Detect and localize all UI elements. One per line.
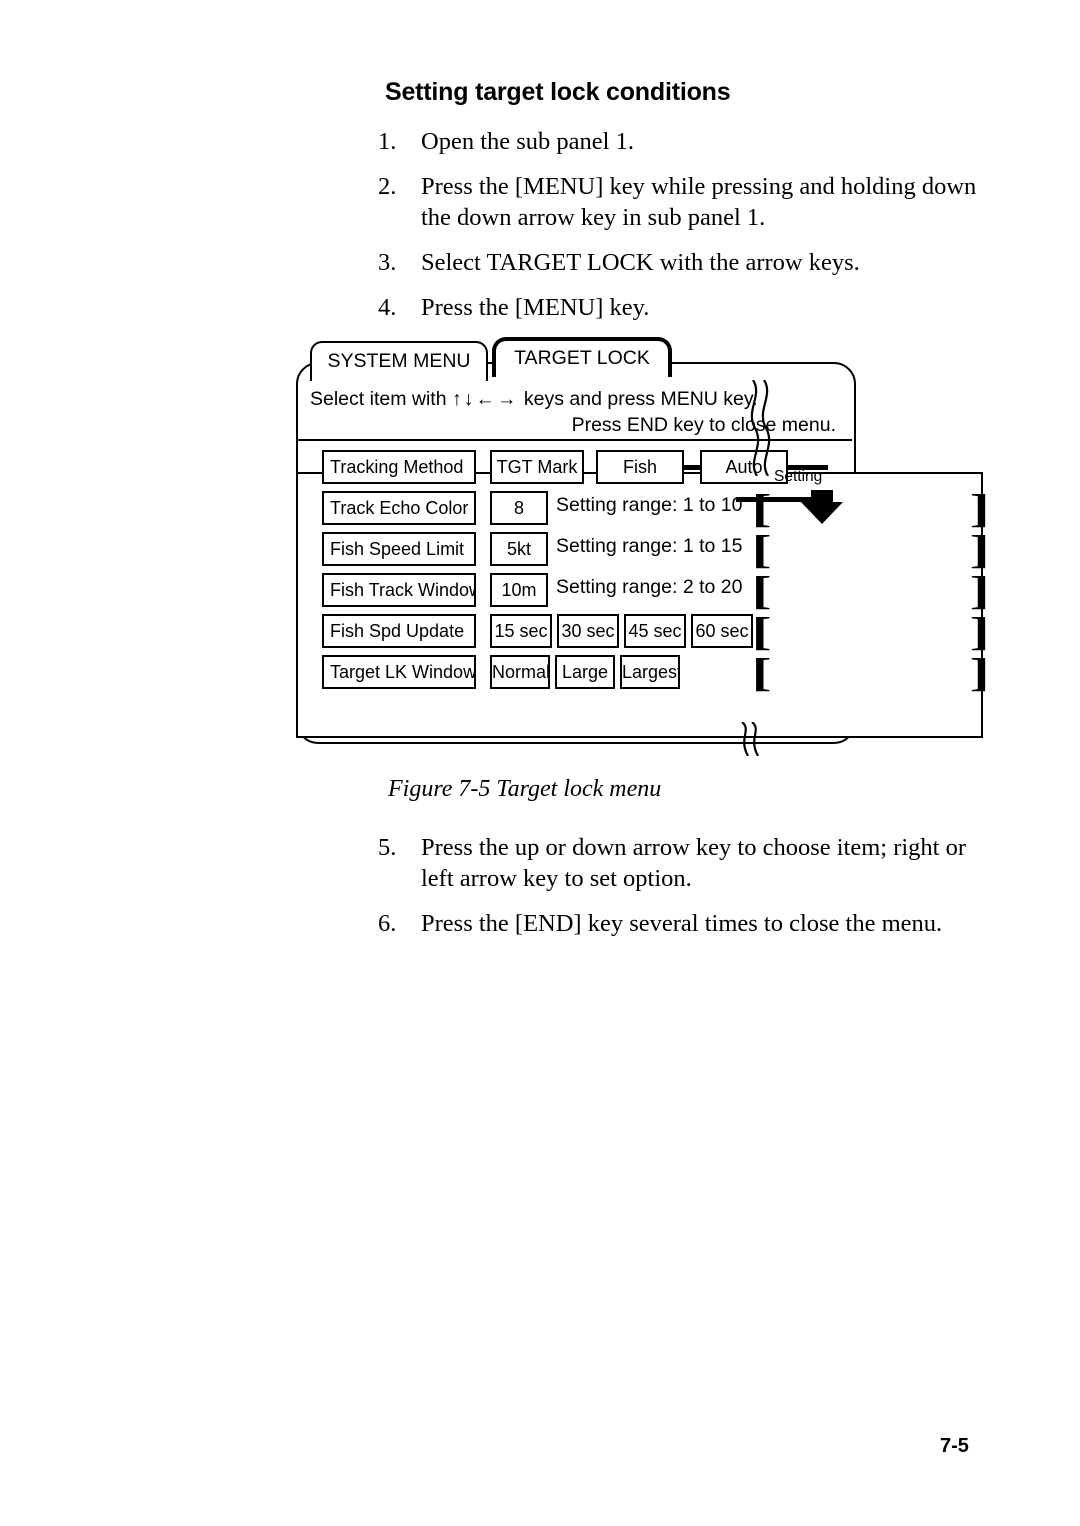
option-value[interactable]: 5kt bbox=[490, 532, 548, 566]
menu-item-label[interactable]: Target LK Window bbox=[322, 655, 476, 689]
option-60-sec[interactable]: 60 sec bbox=[691, 614, 753, 648]
option-fish[interactable]: Fish bbox=[596, 450, 684, 484]
table-row: Track Echo Color 8 Setting range: 1 to 1… bbox=[296, 489, 990, 530]
annotation-wrapper: [ Set distance at which to trace fish sc… bbox=[751, 568, 990, 613]
step-text: Select TARGET LOCK with the arrow keys. bbox=[421, 249, 860, 276]
bracket-right-icon: ] bbox=[969, 527, 990, 572]
bracket-right-icon: ] bbox=[969, 568, 990, 613]
option-45-sec[interactable]: 45 sec bbox=[624, 614, 686, 648]
step-text: Open the sub panel 1. bbox=[421, 128, 634, 155]
list-item: 3. Select TARGET LOCK with the arrow key… bbox=[378, 247, 1003, 278]
torn-edge-right-icon bbox=[744, 379, 778, 481]
menu-item-label[interactable]: Tracking Method bbox=[322, 450, 476, 484]
table-row: Target LK Window Normal Large Largest [ … bbox=[296, 650, 990, 695]
target-lock-menu-figure: SYSTEM MENU TARGET LOCK Select item with… bbox=[296, 337, 990, 757]
step-number: 3. bbox=[378, 249, 397, 276]
bracket-left-icon: [ bbox=[751, 609, 772, 654]
bracket-left-icon: [ bbox=[751, 527, 772, 572]
table-row: Fish Speed Limit 5kt Setting range: 1 to… bbox=[296, 527, 990, 572]
step-number: 6. bbox=[378, 910, 397, 937]
steps-list-top: 1. Open the sub panel 1. 2. Press the [M… bbox=[378, 126, 1003, 337]
setting-range-note: Setting range: 1 to 15 bbox=[556, 535, 743, 557]
setting-column-label: Setting bbox=[774, 468, 823, 485]
step-number: 1. bbox=[378, 128, 397, 155]
table-row: Fish Spd Update 15 sec 30 sec 45 sec 60 … bbox=[296, 609, 990, 654]
active-tab-mask bbox=[496, 376, 668, 383]
steps-list-bottom: 5. Press the up or down arrow key to cho… bbox=[378, 832, 1003, 953]
annotation-wrapper: [ Choose weakest echo to track. ] bbox=[751, 489, 990, 530]
menu-item-label[interactable]: Track Echo Color bbox=[322, 491, 476, 525]
bracket-left-icon: [ bbox=[751, 650, 772, 695]
page-number: 7-5 bbox=[940, 1435, 969, 1457]
step-text: Press the up or down arrow key to choose… bbox=[421, 834, 967, 892]
option-normal[interactable]: Normal bbox=[490, 655, 550, 689]
page-title: Setting target lock conditions bbox=[385, 78, 731, 106]
menu-item-label[interactable]: Fish Spd Update bbox=[322, 614, 476, 648]
menu-rows: Tracking Method TGT Mark Fish Auto Track… bbox=[296, 448, 990, 695]
table-row: Tracking Method TGT Mark Fish Auto bbox=[296, 448, 986, 489]
step-text: Press the [MENU] key. bbox=[421, 294, 650, 321]
down-arrow-icon bbox=[801, 490, 845, 531]
option-largest[interactable]: Largest bbox=[620, 655, 680, 689]
torn-edge-bottom-icon bbox=[736, 721, 770, 761]
step-text: Press the [END] key several times to clo… bbox=[421, 910, 943, 937]
menu-item-label[interactable]: Fish Track Window bbox=[322, 573, 476, 607]
figure-caption: Figure 7-5 Target lock menu bbox=[388, 776, 662, 802]
option-value[interactable]: 8 bbox=[490, 491, 548, 525]
tab-system-menu[interactable]: SYSTEM MENU bbox=[310, 341, 488, 381]
step-number: 5. bbox=[378, 834, 397, 861]
header-prefix-text: Select item with bbox=[310, 388, 452, 410]
setting-range-note: Setting range: 2 to 20 bbox=[556, 576, 743, 598]
option-15-sec[interactable]: 15 sec bbox=[490, 614, 552, 648]
step-number: 4. bbox=[378, 294, 397, 321]
arrow-keys-icon: ↑↓←→ bbox=[451, 388, 519, 410]
menu-item-label[interactable]: Fish Speed Limit bbox=[322, 532, 476, 566]
step-text: Press the [MENU] key while pressing and … bbox=[421, 173, 977, 231]
annotation-wrapper: [ Choose update interval for fish speed … bbox=[751, 609, 990, 654]
list-item: 4. Press the [MENU] key. bbox=[378, 292, 1003, 323]
list-item: 2. Press the [MENU] key while pressing a… bbox=[378, 171, 1003, 233]
setting-range-note: Setting range: 1 to 10 bbox=[556, 494, 743, 516]
option-value[interactable]: 10m bbox=[490, 573, 548, 607]
list-item: 5. Press the up or down arrow key to cho… bbox=[378, 832, 1003, 894]
header-suffix-text: keys and press MENU key. bbox=[518, 388, 758, 410]
bracket-right-icon: ] bbox=[969, 609, 990, 654]
bracket-left-icon: [ bbox=[751, 568, 772, 613]
table-row: Fish Track Window 10m Setting range: 2 t… bbox=[296, 568, 990, 613]
option-tgt-mark[interactable]: TGT Mark bbox=[490, 450, 584, 484]
bracket-right-icon: ] bbox=[969, 486, 990, 531]
list-item: 6. Press the [END] key several times to … bbox=[378, 908, 1003, 939]
bracket-right-icon: ] bbox=[969, 650, 990, 695]
tab-target-lock[interactable]: TARGET LOCK bbox=[492, 337, 672, 377]
option-30-sec[interactable]: 30 sec bbox=[557, 614, 619, 648]
option-connector bbox=[684, 465, 700, 470]
annotation-wrapper: [ Set fish speed which cancels target lo… bbox=[751, 527, 990, 572]
annotation-wrapper: [ Choose size of target track window (no… bbox=[751, 650, 990, 695]
option-large[interactable]: Large bbox=[555, 655, 615, 689]
step-number: 2. bbox=[378, 173, 397, 200]
list-item: 1. Open the sub panel 1. bbox=[378, 126, 1003, 157]
